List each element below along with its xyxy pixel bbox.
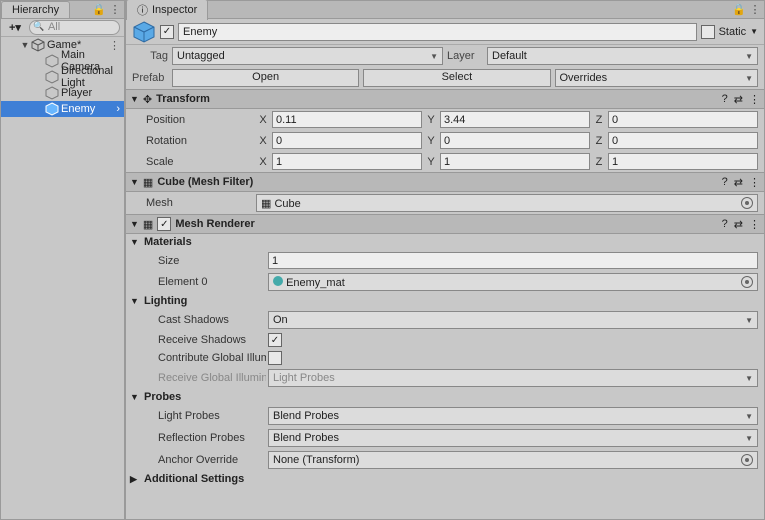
reflection-probes-dropdown[interactable]: Blend Probes▼ <box>268 429 758 447</box>
prefab-icon <box>45 102 59 116</box>
foldout-arrow-icon[interactable]: ▶ <box>130 474 140 485</box>
open-prefab-icon[interactable]: › <box>116 103 120 115</box>
create-button[interactable]: +▾ <box>5 21 25 34</box>
object-picker-icon <box>741 197 753 209</box>
receive-gi-dropdown: Light Probes▼ <box>268 369 758 387</box>
panel-menu-icon[interactable]: ⋮ <box>108 3 122 16</box>
foldout-arrow-icon[interactable]: ▼ <box>130 219 139 229</box>
light-probes-dropdown[interactable]: Blend Probes▼ <box>268 407 758 425</box>
anchor-override-field[interactable]: None (Transform) <box>268 451 758 469</box>
info-icon: ⓘ <box>137 2 148 18</box>
preset-icon[interactable]: ⇄ <box>734 218 743 231</box>
position-y-field[interactable] <box>440 111 590 128</box>
scene-icon <box>31 38 45 52</box>
prefab-cube-icon <box>132 20 156 44</box>
contribute-gi-checkbox[interactable] <box>268 351 282 365</box>
rotation-x-field[interactable] <box>272 132 422 149</box>
foldout-arrow-icon[interactable]: ▼ <box>130 177 139 187</box>
scale-z-field[interactable] <box>608 153 758 170</box>
mesh-renderer-icon: ▦ <box>143 218 153 231</box>
materials-size-field[interactable] <box>268 252 758 269</box>
hierarchy-item-enemy[interactable]: Enemy › <box>1 101 124 117</box>
object-picker-icon <box>741 276 753 288</box>
object-picker-icon <box>741 454 753 466</box>
help-icon[interactable]: ? <box>722 218 728 231</box>
position-x-field[interactable] <box>272 111 422 128</box>
foldout-arrow-icon[interactable]: ▼ <box>130 94 139 104</box>
foldout-arrow-icon[interactable]: ▼ <box>130 392 140 402</box>
scale-y-field[interactable] <box>440 153 590 170</box>
hierarchy-tree: ▼ Game* ⋮ Main Camera Directional Light … <box>1 37 124 519</box>
static-dropdown-icon[interactable]: ▼ <box>750 27 758 36</box>
active-checkbox[interactable]: ✓ <box>160 25 174 39</box>
lock-icon[interactable]: 🔒 <box>92 3 106 16</box>
inspector-tab[interactable]: ⓘ Inspector <box>126 0 208 20</box>
transform-icon: ✥ <box>143 93 152 106</box>
prefab-select-button[interactable]: Select <box>363 69 550 87</box>
foldout-arrow-icon[interactable]: ▼ <box>130 237 140 247</box>
component-menu-icon[interactable]: ⋮ <box>749 176 760 189</box>
overrides-dropdown[interactable]: Overrides▼ <box>555 69 759 87</box>
receive-shadows-checkbox[interactable]: ✓ <box>268 333 282 347</box>
rotation-z-field[interactable] <box>608 132 758 149</box>
scale-x-field[interactable] <box>272 153 422 170</box>
help-icon[interactable]: ? <box>722 176 728 189</box>
prefab-open-button[interactable]: Open <box>172 69 359 87</box>
mesh-field[interactable]: ▦ Cube <box>256 194 758 212</box>
foldout-arrow-icon[interactable]: ▼ <box>130 296 140 306</box>
layer-dropdown[interactable]: Default▼ <box>487 47 758 65</box>
static-checkbox[interactable] <box>701 25 715 39</box>
hierarchy-search[interactable]: All <box>29 20 120 35</box>
renderer-enable-checkbox[interactable]: ✓ <box>157 217 171 231</box>
component-menu-icon[interactable]: ⋮ <box>749 218 760 231</box>
cast-shadows-dropdown[interactable]: On▼ <box>268 311 758 329</box>
gameobject-icon <box>45 54 59 68</box>
gameobject-name-field[interactable] <box>178 23 697 41</box>
position-z-field[interactable] <box>608 111 758 128</box>
tag-dropdown[interactable]: Untagged▼ <box>172 47 443 65</box>
help-icon[interactable]: ? <box>722 93 728 106</box>
material-element0-field[interactable]: Enemy_mat <box>268 273 758 291</box>
preset-icon[interactable]: ⇄ <box>734 93 743 106</box>
preset-icon[interactable]: ⇄ <box>734 176 743 189</box>
mesh-filter-icon: ▦ <box>143 176 153 189</box>
hierarchy-item-light[interactable]: Directional Light <box>1 69 124 85</box>
gameobject-icon <box>45 86 59 100</box>
lock-icon[interactable]: 🔒 <box>732 3 746 16</box>
foldout-arrow-icon[interactable]: ▼ <box>19 40 31 50</box>
gameobject-icon <box>45 70 59 84</box>
rotation-y-field[interactable] <box>440 132 590 149</box>
hierarchy-tab[interactable]: Hierarchy <box>1 1 70 18</box>
panel-menu-icon[interactable]: ⋮ <box>748 3 762 16</box>
component-menu-icon[interactable]: ⋮ <box>749 93 760 106</box>
hierarchy-tab-label: Hierarchy <box>12 4 59 16</box>
